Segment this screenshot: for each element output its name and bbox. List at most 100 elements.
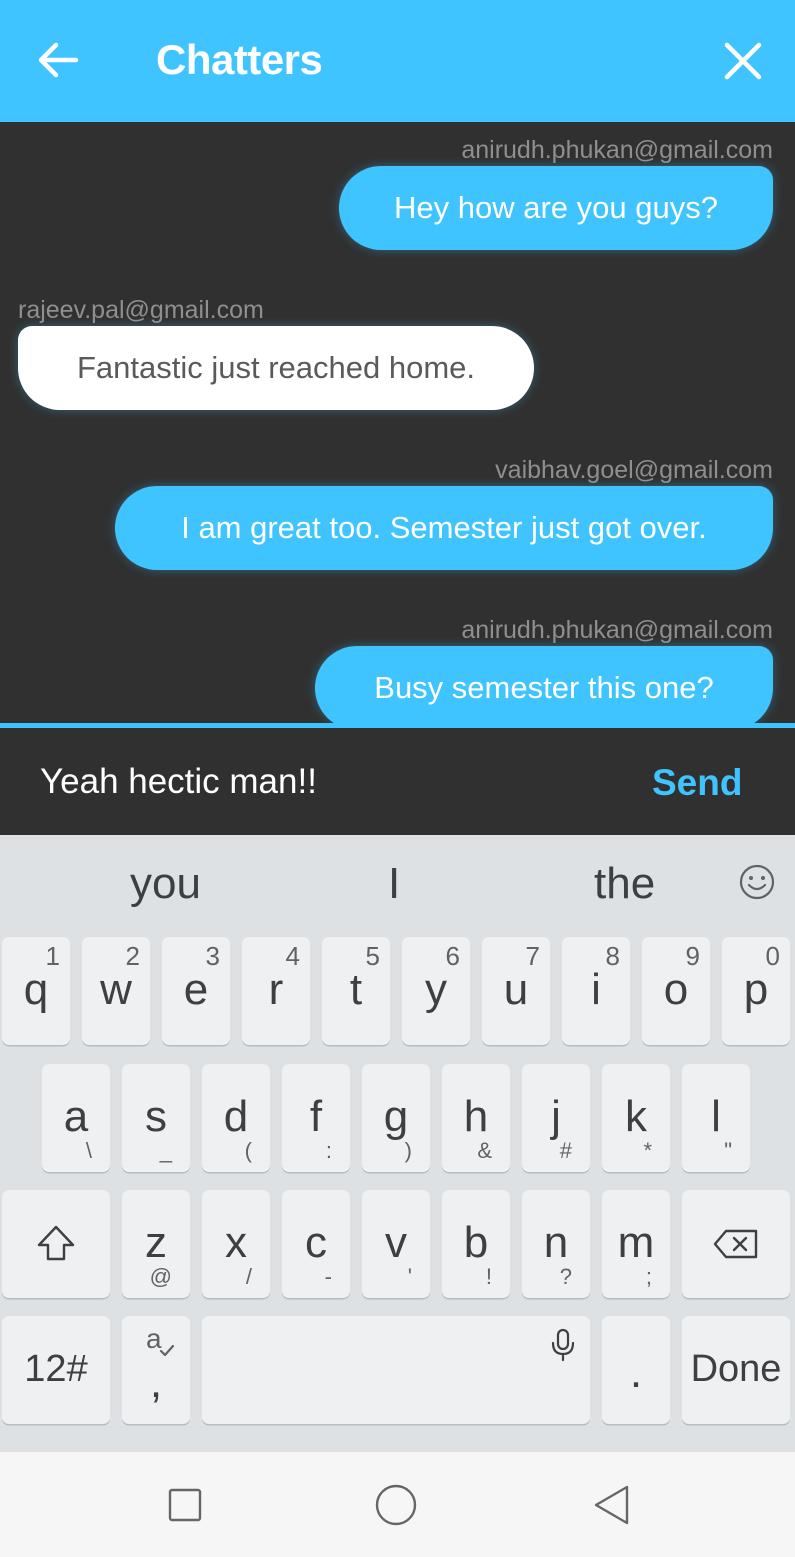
- key-c[interactable]: c-: [282, 1190, 350, 1298]
- key-v[interactable]: v ': [362, 1190, 430, 1298]
- key-label: f: [309, 1092, 323, 1141]
- key-secondary: @: [149, 1264, 172, 1289]
- key-n[interactable]: n?: [522, 1190, 590, 1298]
- app-bar: Chatters: [0, 0, 795, 122]
- key-label: t: [349, 965, 363, 1014]
- backspace-key[interactable]: [682, 1190, 790, 1298]
- key-label: e: [183, 965, 209, 1014]
- key-e[interactable]: 3e: [162, 937, 230, 1045]
- key-j[interactable]: j #: [522, 1064, 590, 1172]
- message-bubble[interactable]: Hey how are you guys?: [339, 166, 773, 250]
- symbols-key[interactable]: 12#: [2, 1316, 110, 1424]
- key-label: Done: [690, 1348, 782, 1390]
- back-nav-icon[interactable]: [592, 1484, 632, 1526]
- suggestion-item[interactable]: you: [130, 859, 201, 909]
- close-icon[interactable]: [722, 40, 764, 82]
- svg-text:a: a: [146, 1324, 162, 1354]
- key-h[interactable]: h &: [442, 1064, 510, 1172]
- key-w[interactable]: 2w: [82, 937, 150, 1045]
- key-secondary: *: [643, 1138, 652, 1163]
- key-label: y: [425, 965, 447, 1014]
- key-a[interactable]: a \: [42, 1064, 110, 1172]
- language-check-icon: a: [146, 1324, 175, 1357]
- key-secondary: \: [85, 1138, 92, 1163]
- message-sender: rajeev.pal@gmail.com: [18, 296, 264, 324]
- key-label: c: [305, 1218, 327, 1267]
- key-secondary: (: [244, 1138, 252, 1163]
- message-sender: anirudh.phukan@gmail.com: [461, 136, 773, 164]
- key-z[interactable]: z @: [122, 1190, 190, 1298]
- microphone-icon: [551, 1328, 575, 1362]
- key-label: m: [617, 1218, 655, 1267]
- suggestion-item[interactable]: the: [594, 859, 655, 909]
- key-p[interactable]: 0p: [722, 937, 790, 1045]
- key-g[interactable]: g): [362, 1064, 430, 1172]
- chat-messages[interactable]: anirudh.phukan@gmail.com Hey how are you…: [0, 122, 795, 724]
- key-m[interactable]: m;: [602, 1190, 670, 1298]
- message-composer: Yeah hectic man!! Send: [0, 728, 795, 835]
- key-l[interactable]: l ": [682, 1064, 750, 1172]
- key-secondary: ": [724, 1138, 732, 1163]
- page-title: Chatters: [156, 36, 323, 83]
- message-bubble[interactable]: I am great too. Semester just got over.: [115, 486, 773, 570]
- key-secondary: /: [245, 1264, 252, 1289]
- emoji-icon[interactable]: [738, 863, 776, 901]
- arrow-left-icon[interactable]: [36, 38, 80, 82]
- key-i[interactable]: 8i: [562, 937, 630, 1045]
- message-sender: anirudh.phukan@gmail.com: [461, 616, 773, 644]
- key-f[interactable]: f:: [282, 1064, 350, 1172]
- key-label: q: [23, 965, 49, 1014]
- key-t[interactable]: 5t: [322, 937, 390, 1045]
- send-button[interactable]: Send: [652, 762, 742, 804]
- key-s[interactable]: s _: [122, 1064, 190, 1172]
- key-secondary: ;: [645, 1264, 652, 1289]
- done-key[interactable]: Done: [682, 1316, 790, 1424]
- key-label: .: [629, 1348, 643, 1397]
- key-label: z: [145, 1218, 167, 1267]
- key-label: j: [551, 1092, 561, 1141]
- key-u[interactable]: 7u: [482, 937, 550, 1045]
- keyboard: you I the 1q 2w 3e 4r 5t 6y 7u 8i 9o 0p …: [0, 835, 795, 1452]
- message-sender: vaibhav.goel@gmail.com: [495, 456, 773, 484]
- key-secondary: &: [477, 1138, 492, 1163]
- shift-icon: [37, 1225, 75, 1261]
- key-q[interactable]: 1q: [2, 937, 70, 1045]
- key-label: i: [591, 965, 601, 1014]
- key-label: a: [63, 1092, 89, 1141]
- period-key[interactable]: .: [602, 1316, 670, 1424]
- message-bubble[interactable]: Fantastic just reached home.: [18, 326, 534, 410]
- recent-apps-icon[interactable]: [168, 1488, 202, 1522]
- key-label: ,: [149, 1358, 163, 1407]
- key-secondary: ': [407, 1264, 412, 1289]
- key-secondary: :: [325, 1138, 332, 1163]
- message-input[interactable]: Yeah hectic man!!: [40, 762, 317, 802]
- key-r[interactable]: 4r: [242, 937, 310, 1045]
- key-label: s: [145, 1092, 167, 1141]
- key-secondary: #: [559, 1138, 572, 1163]
- key-label: l: [711, 1092, 721, 1141]
- backspace-icon: [713, 1229, 758, 1259]
- key-b[interactable]: b!: [442, 1190, 510, 1298]
- key-label: 12#: [24, 1348, 88, 1390]
- key-y[interactable]: 6y: [402, 937, 470, 1045]
- key-k[interactable]: k *: [602, 1064, 670, 1172]
- message-bubble[interactable]: Busy semester this one?: [315, 646, 773, 724]
- navigation-bar: [0, 1452, 795, 1557]
- suggestion-item[interactable]: I: [388, 859, 400, 909]
- shift-key[interactable]: [2, 1190, 110, 1298]
- comma-key[interactable]: a ,: [122, 1316, 190, 1424]
- key-x[interactable]: x /: [202, 1190, 270, 1298]
- key-label: x: [225, 1218, 247, 1267]
- space-key[interactable]: [202, 1316, 590, 1424]
- key-label: n: [543, 1218, 569, 1267]
- key-label: u: [503, 965, 529, 1014]
- key-label: o: [663, 965, 689, 1014]
- key-label: v: [385, 1218, 407, 1267]
- key-label: p: [743, 965, 769, 1014]
- key-secondary: -: [324, 1264, 332, 1289]
- key-secondary: _: [159, 1138, 172, 1163]
- key-o[interactable]: 9o: [642, 937, 710, 1045]
- home-icon[interactable]: [374, 1483, 418, 1527]
- key-d[interactable]: d(: [202, 1064, 270, 1172]
- key-label: h: [463, 1092, 489, 1141]
